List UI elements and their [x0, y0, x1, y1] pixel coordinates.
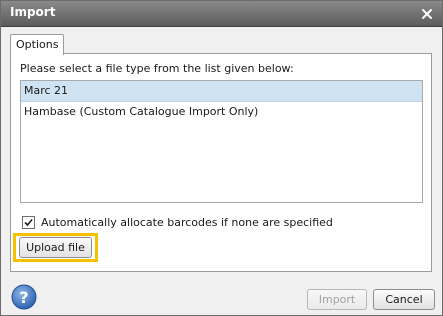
close-icon[interactable]	[419, 6, 435, 22]
instruction-text: Please select a file type from the list …	[20, 62, 294, 75]
checkmark-icon	[24, 218, 33, 226]
list-item-hambase[interactable]: Hambase (Custom Catalogue Import Only)	[21, 102, 422, 122]
auto-barcode-label: Automatically allocate barcodes if none …	[41, 215, 333, 229]
upload-file-button[interactable]: Upload file	[19, 237, 92, 258]
list-item-marc21[interactable]: Marc 21	[21, 81, 422, 102]
title-bar[interactable]: Import	[1, 1, 442, 27]
cancel-button[interactable]: Cancel	[373, 289, 435, 310]
options-panel: Please select a file type from the list …	[10, 53, 432, 272]
auto-barcode-checkbox[interactable]	[22, 215, 35, 229]
import-button[interactable]: Import	[307, 289, 367, 310]
help-icon[interactable]: ?	[11, 284, 37, 310]
tab-options[interactable]: Options	[10, 34, 64, 55]
tab-options-label: Options	[16, 38, 59, 51]
file-type-list[interactable]: Marc 21 Hambase (Custom Catalogue Import…	[20, 80, 423, 203]
svg-text:?: ?	[19, 288, 28, 307]
auto-barcode-option[interactable]: Automatically allocate barcodes if none …	[22, 215, 333, 229]
import-dialog: Import Options Please select a file type…	[0, 0, 443, 316]
dialog-title: Import	[10, 5, 56, 19]
